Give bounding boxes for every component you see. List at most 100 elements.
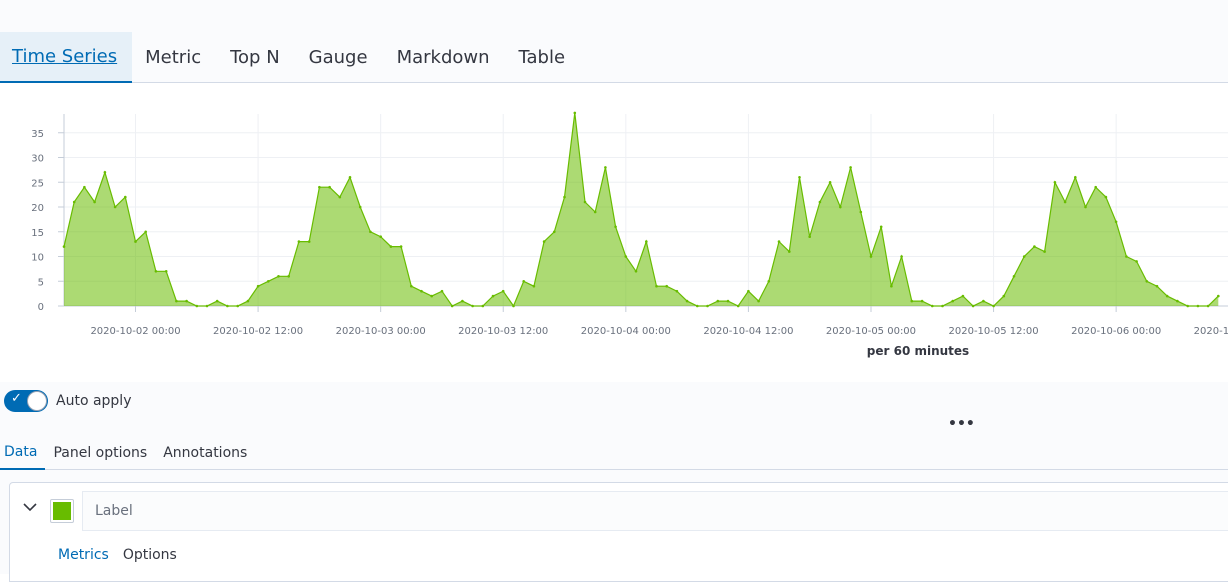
data-point	[839, 205, 842, 209]
y-tick-label: 35	[31, 129, 44, 140]
tab-panel-options[interactable]: Panel options	[49, 436, 155, 470]
data-point	[767, 280, 771, 283]
data-point	[992, 304, 995, 308]
chevron-down-icon[interactable]	[22, 499, 38, 515]
data-point	[1053, 181, 1057, 184]
data-point	[501, 289, 505, 293]
data-point	[777, 240, 781, 243]
tab-gauge[interactable]: Gauge	[297, 32, 384, 83]
y-tick-label: 10	[31, 253, 44, 264]
data-point	[410, 284, 413, 288]
data-point	[747, 289, 750, 293]
y-tick-label: 5	[38, 277, 44, 288]
data-point	[726, 299, 730, 303]
data-point	[93, 200, 96, 204]
data-point	[450, 304, 454, 308]
data-point	[440, 289, 444, 293]
data-point	[675, 289, 679, 293]
data-point	[277, 275, 280, 278]
data-point	[205, 304, 209, 308]
data-point	[931, 304, 934, 308]
data-point	[1217, 294, 1220, 298]
data-point	[389, 245, 393, 248]
data-point	[358, 205, 362, 209]
data-point	[246, 299, 250, 303]
tab-data[interactable]: Data	[0, 436, 46, 470]
tab-metrics[interactable]: Metrics	[54, 547, 117, 563]
data-point	[849, 166, 852, 169]
data-point	[553, 230, 556, 234]
tab-metric[interactable]: Metric	[133, 32, 217, 83]
time-series-chart: 0 5 10 15 20 25 30 35 2020-10-02 00:00 2020-10-0…	[0, 84, 1228, 382]
x-tick-label: 2020-10-05 00:00	[826, 326, 916, 337]
data-point	[491, 294, 495, 298]
x-tick-label: 2020-10-03 00:00	[336, 326, 426, 337]
data-point	[1155, 284, 1159, 288]
visualization-type-tabs: Time Series Metric Top N Gauge Markdown …	[0, 32, 582, 83]
data-point	[757, 299, 760, 303]
data-point	[614, 225, 617, 229]
series-label-input[interactable]	[82, 491, 1228, 531]
auto-apply-label: Auto apply	[56, 393, 132, 409]
tab-top-n[interactable]: Top N	[218, 32, 296, 83]
x-tick-label: 2020-10-04 12:00	[703, 326, 793, 337]
data-point	[1043, 250, 1046, 253]
data-point	[215, 299, 219, 303]
data-point	[164, 270, 168, 273]
data-point	[890, 284, 893, 288]
data-point	[1114, 220, 1118, 224]
interval-label: per 60 minutes	[867, 344, 969, 358]
auto-apply-switch[interactable]: ✓	[4, 390, 48, 412]
data-point	[563, 195, 566, 199]
editor-panel: ✓ Auto apply ••• Data Panel options Anno…	[0, 382, 1228, 582]
data-point	[706, 304, 709, 308]
data-point	[542, 240, 546, 243]
y-tick-label: 20	[31, 203, 44, 214]
data-point	[369, 230, 372, 234]
data-point	[716, 299, 720, 303]
data-point	[859, 210, 863, 214]
data-point	[879, 225, 883, 229]
data-point	[583, 200, 587, 204]
x-tick-label: 2020-10-06 00:00	[1071, 326, 1161, 337]
y-tick-label: 0	[38, 302, 44, 313]
data-point	[1135, 260, 1138, 263]
data-point	[696, 304, 699, 308]
data-point	[798, 176, 801, 179]
data-point	[1206, 304, 1210, 308]
data-point	[736, 304, 740, 308]
series-color-swatch[interactable]	[50, 499, 74, 523]
data-point	[1033, 245, 1036, 248]
data-point	[62, 245, 66, 248]
data-point	[195, 304, 199, 308]
visualization-type-bar: Time Series Metric Top N Gauge Markdown …	[0, 0, 1228, 83]
swatch-fill	[53, 502, 71, 520]
data-point	[828, 181, 832, 184]
y-tick-label: 25	[31, 178, 44, 189]
tab-table[interactable]: Table	[507, 32, 582, 83]
data-point	[1022, 255, 1026, 258]
data-point	[399, 245, 403, 248]
check-icon: ✓	[11, 391, 22, 406]
data-point	[910, 299, 914, 303]
more-options-icon[interactable]: •••	[948, 416, 975, 432]
data-point	[328, 185, 331, 189]
data-point	[134, 240, 137, 243]
data-point	[379, 235, 383, 238]
x-tick-label: 2020-10-02 00:00	[90, 326, 180, 337]
data-point	[297, 240, 301, 243]
data-point	[348, 176, 352, 179]
data-point	[430, 294, 434, 298]
tab-markdown[interactable]: Markdown	[385, 32, 506, 83]
data-point	[951, 299, 954, 303]
tab-time-series[interactable]: Time Series	[0, 32, 133, 83]
tab-annotations[interactable]: Annotations	[159, 436, 255, 470]
y-axis-labels: 0 5 10 15 20 25 30 35	[31, 129, 44, 313]
series-area	[64, 112, 1219, 307]
x-tick-label: 2020-10-02 12:00	[213, 326, 303, 337]
data-point	[175, 299, 178, 303]
data-point	[420, 289, 423, 293]
data-point	[512, 304, 515, 308]
data-point	[236, 304, 239, 308]
tab-options[interactable]: Options	[119, 547, 185, 563]
